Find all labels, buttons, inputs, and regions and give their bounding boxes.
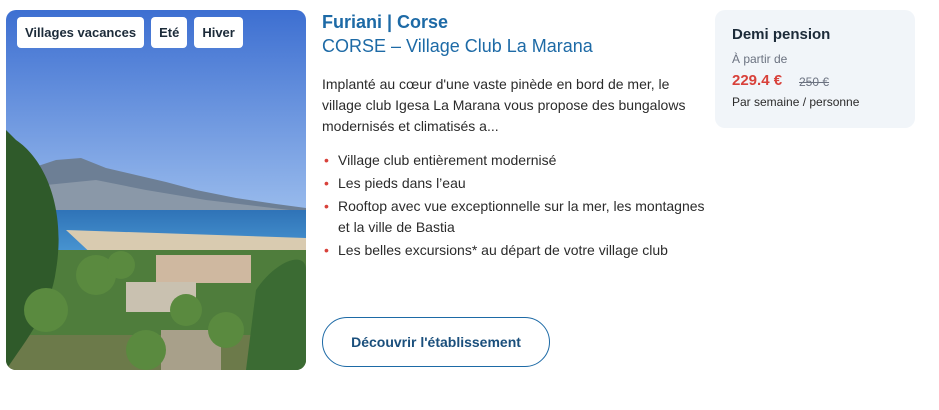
bullet-icon: • [324,175,329,191]
tag-hiver[interactable]: Hiver [194,17,243,48]
feature-text: Les belles excursions* au départ de votr… [338,242,668,258]
feature-text: Les pieds dans l’eau [338,175,466,191]
feature-text: Village club entièrement modernisé [338,152,557,168]
bullet-icon: • [324,242,329,258]
price-panel: Demi pension À partir de 229.4 € 250 € P… [715,10,915,128]
current-price: 229.4 € [732,72,783,89]
list-item: • Les belles excursions* au départ de vot… [322,240,712,261]
hotel-description: Implanté au cœur d'une vaste pinède en b… [322,76,686,134]
tag-ete[interactable]: Eté [151,17,188,48]
old-price: 250 € [799,75,830,89]
coastline-photo [6,10,306,370]
price-from-label: À partir de [732,52,788,66]
feature-list: • Village club entièrement modernisé • Les… [322,150,712,263]
list-item: • Les pieds dans l’eau [322,173,712,194]
hotel-photo[interactable] [6,10,306,370]
bullet-icon: • [324,152,329,168]
list-item: • Village club entièrement modernisé [322,150,712,171]
bullet-icon: • [324,198,329,214]
price-unit: Par semaine / personne [732,95,860,109]
list-item: • Rooftop avec vue exceptionnelle sur la … [322,196,712,238]
category-tags: Villages vacances Eté Hiver [17,17,243,48]
tag-villages-vacances[interactable]: Villages vacances [17,17,145,48]
board-type: Demi pension [732,26,831,43]
discover-establishment-button[interactable]: Découvrir l'établissement [322,317,550,367]
hotel-name[interactable]: CORSE – Village Club La Marana [322,36,593,57]
feature-text: Rooftop avec vue exceptionnelle sur la m… [338,198,705,235]
location-title[interactable]: Furiani | Corse [322,12,448,33]
